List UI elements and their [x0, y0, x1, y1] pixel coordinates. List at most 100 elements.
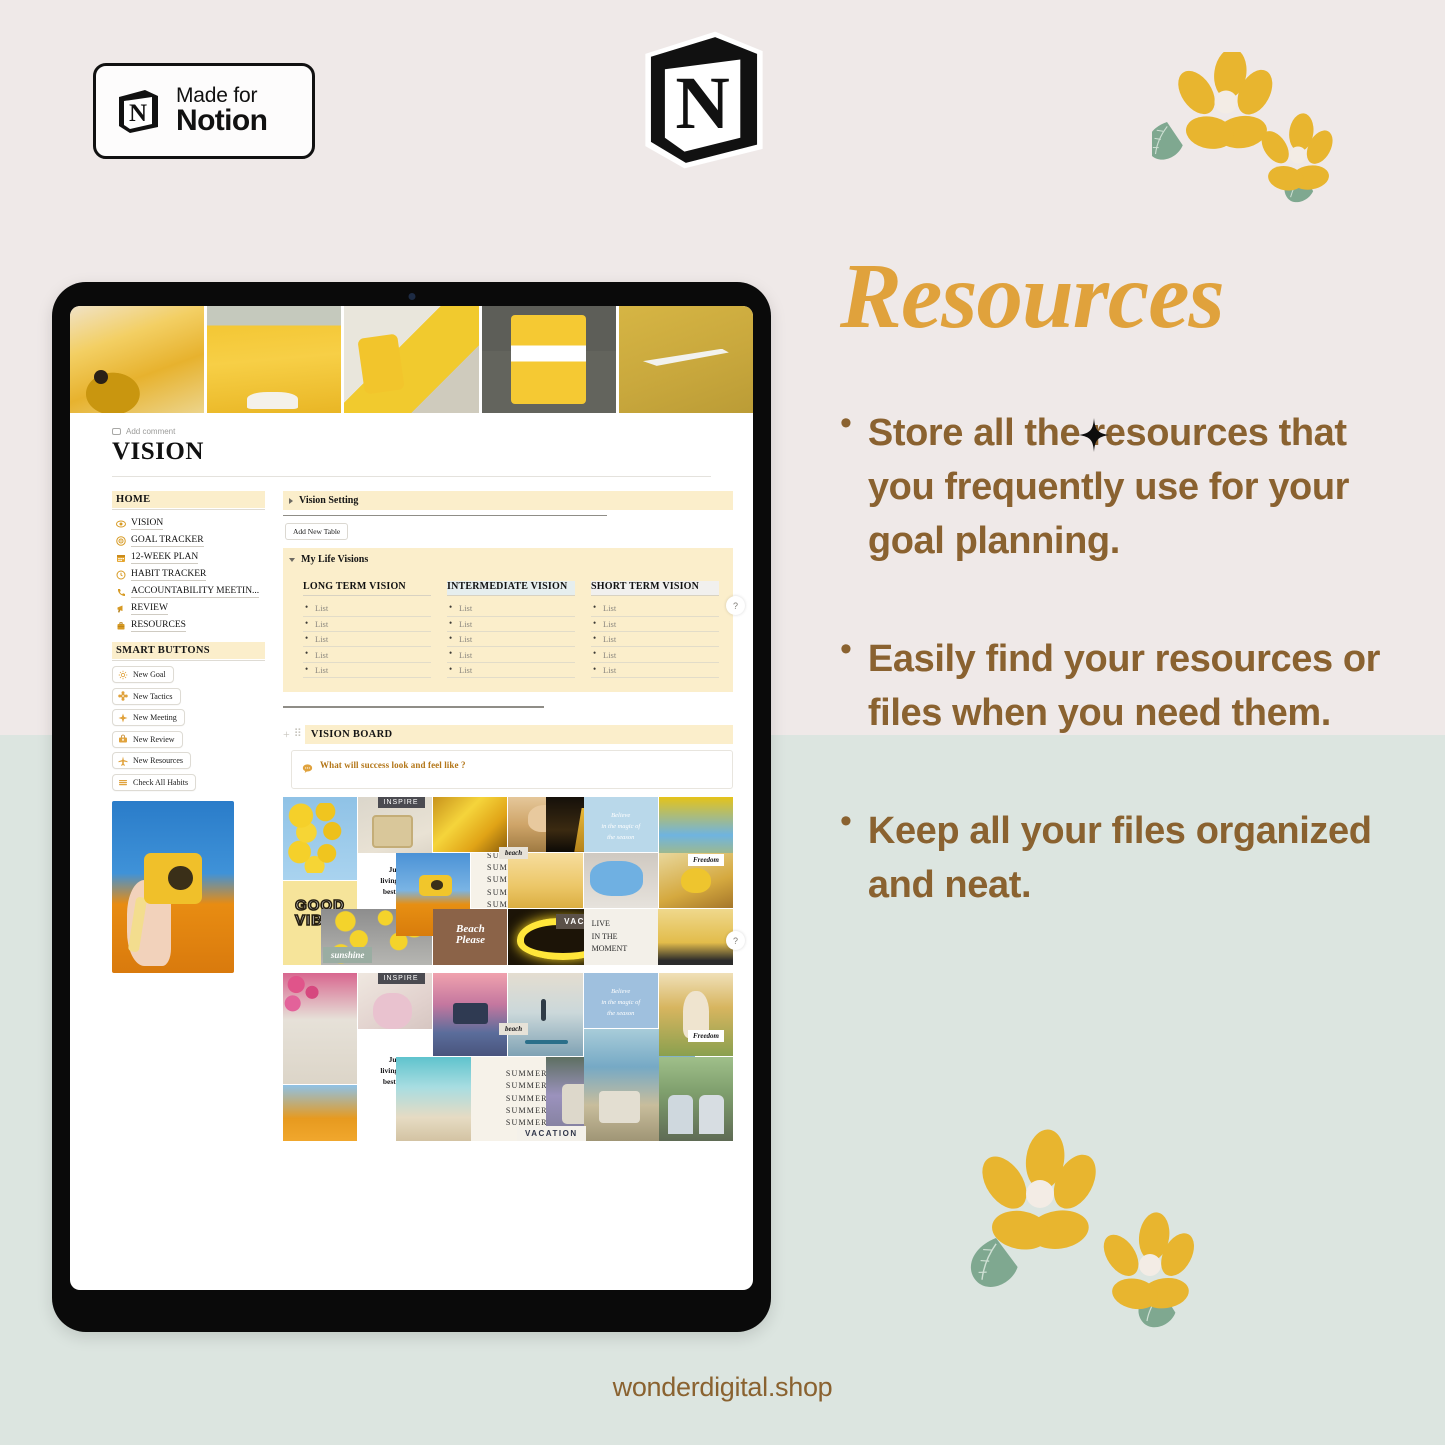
sidebar-item-label: REVIEW	[131, 602, 168, 615]
collage-label-freedom: Freedom	[687, 1029, 724, 1042]
vision-board-callout: What will success look and feel like ?	[291, 749, 733, 789]
smart-button-new-goal[interactable]: New Goal	[112, 666, 174, 683]
sidebar-item-review[interactable]: REVIEW	[112, 600, 265, 617]
collage-label-inspire: INSPIRE	[377, 796, 425, 808]
smart-button-check-all-habits[interactable]: Check All Habits	[112, 773, 197, 791]
smart-button-new-tactics[interactable]: New Tactics	[112, 687, 181, 705]
my-life-visions-block: My Life Visions LONG TERM VISION List Li…	[283, 548, 733, 693]
sidebar-item-label: VISION	[131, 517, 164, 530]
my-life-visions-toggle[interactable]: My Life Visions	[289, 552, 727, 567]
gear-flower-icon	[118, 691, 128, 701]
vision-column-intermediate: INTERMEDIATE VISION List List List List …	[447, 581, 575, 679]
smart-button-label: New Review	[133, 734, 175, 744]
camera-lens-shape	[168, 866, 193, 891]
list-item[interactable]: List	[591, 617, 719, 633]
collage-image	[283, 1085, 358, 1141]
collage-image	[658, 972, 733, 1057]
collage-label-inspire: INSPIRE	[377, 972, 425, 984]
list-item[interactable]: List	[303, 632, 431, 648]
megaphone-icon	[116, 604, 126, 614]
smart-button-new-meeting[interactable]: New Meeting	[112, 709, 185, 726]
add-block-icon[interactable]: +	[283, 728, 290, 740]
list-item: • Keep all your files organized and neat…	[840, 801, 1420, 913]
list-item[interactable]: List	[591, 663, 719, 679]
page-heading: Resources	[840, 245, 1225, 348]
list-item[interactable]: List	[303, 601, 431, 617]
tablet-camera-icon	[408, 293, 415, 300]
list-item[interactable]: List	[303, 663, 431, 679]
content-divider	[283, 515, 607, 517]
help-bubble[interactable]: ?	[726, 596, 745, 615]
list-item[interactable]: List	[447, 617, 575, 633]
target-icon	[116, 535, 126, 546]
vision-column-short-term: SHORT TERM VISION List List List List Li…	[591, 581, 719, 679]
collage-card-believe: Believe in the magic of the season	[583, 796, 658, 852]
feature-bullet-list: • Store all the resources that you frequ…	[840, 406, 1420, 913]
callout-text: What will success look and feel like ?	[320, 759, 466, 770]
sidebar-item-accountability-meetings[interactable]: ACCOUNTABILITY MEETIN...	[112, 583, 265, 600]
briefcase-icon	[116, 621, 126, 631]
sidebar-item-habit-tracker[interactable]: HABIT TRACKER	[112, 566, 265, 583]
notion-cover-image-strip	[70, 306, 753, 413]
bullet-text: Keep all your files organized and neat.	[867, 809, 1372, 906]
collage-label-beach-please: Beach Please	[455, 922, 486, 947]
page-main-content: ? ? Vision Setting Add New Table My Life…	[283, 491, 745, 1141]
list-item[interactable]: List	[447, 632, 575, 648]
list-item[interactable]: List	[591, 647, 719, 663]
collage-label-believe: Believe in the magic of the season	[601, 811, 641, 841]
sidebar-divider	[112, 509, 265, 510]
collage-image	[283, 796, 358, 881]
column-divider	[591, 595, 719, 597]
cover-image	[70, 306, 205, 413]
bullet-text: Store all the resources that you frequen…	[867, 412, 1350, 562]
cover-image	[618, 306, 753, 413]
collage-image	[283, 972, 358, 1085]
sidebar-item-12-week-plan[interactable]: 12-WEEK PLAN	[112, 549, 265, 566]
cover-image	[207, 306, 342, 413]
my-life-visions-title: My Life Visions	[301, 554, 369, 566]
sidebar-photo	[112, 801, 234, 973]
sparkle-icon	[118, 713, 128, 723]
vision-setting-toggle[interactable]: Vision Setting	[283, 491, 733, 510]
add-new-table-button[interactable]: Add New Table	[285, 523, 349, 541]
list-item[interactable]: List	[591, 632, 719, 648]
svg-text:N: N	[129, 100, 147, 127]
add-comment-button[interactable]: Add comment	[70, 413, 753, 436]
column-divider	[303, 595, 431, 597]
calendar-icon	[116, 553, 126, 563]
collage-label-beach: beach	[499, 1022, 529, 1035]
sidebar-item-goal-tracker[interactable]: GOAL TRACKER	[112, 532, 265, 549]
vision-board-collage-yellow: GOOD VIBES sunshine Just living my best …	[283, 796, 733, 965]
tablet-screen: Add comment VISION HOME VISION GOAL TRAC…	[70, 306, 753, 1290]
vision-board-title: VISION BOARD	[304, 724, 733, 744]
list-item[interactable]: List	[447, 663, 575, 679]
list-item[interactable]: List	[447, 601, 575, 617]
list-item: • Store all the resources that you frequ…	[840, 406, 1420, 569]
sidebar-item-vision[interactable]: VISION	[112, 515, 265, 532]
vision-column-header: SHORT TERM VISION	[591, 581, 719, 596]
smart-button-label: Check All Habits	[133, 777, 189, 787]
collage-image	[508, 852, 583, 909]
collage-image	[433, 972, 508, 1057]
list-item[interactable]: List	[303, 617, 431, 633]
sidebar-smart-buttons-header: SMART BUTTONS	[112, 642, 265, 659]
list-item[interactable]: List	[447, 647, 575, 663]
collage-label-sunshine: sunshine	[322, 947, 373, 964]
smart-button-label: New Resources	[133, 756, 183, 765]
stack-icon	[118, 777, 128, 787]
smart-button-label: New Meeting	[133, 713, 177, 722]
help-bubble[interactable]: ?	[726, 931, 745, 950]
tablet-device-mockup: Add comment VISION HOME VISION GOAL TRAC…	[52, 282, 771, 1332]
cover-image	[344, 306, 479, 413]
drag-handle-icon[interactable]: ⠿	[294, 728, 302, 740]
page-title: VISION	[112, 438, 204, 465]
bullet-dot-icon: •	[840, 801, 852, 840]
list-item[interactable]: List	[303, 647, 431, 663]
marketing-panel: Resources • Store all the resources that…	[840, 250, 1420, 977]
smart-button-new-review[interactable]: New Review	[112, 730, 183, 748]
list-item[interactable]: List	[591, 601, 719, 617]
smart-button-new-resources[interactable]: New Resources	[112, 752, 191, 769]
sidebar-home-header: HOME	[112, 491, 265, 508]
sidebar-item-resources[interactable]: RESOURCES	[112, 617, 265, 634]
collage-card-live-moment: LIVE IN THE MOMENT	[583, 909, 658, 965]
